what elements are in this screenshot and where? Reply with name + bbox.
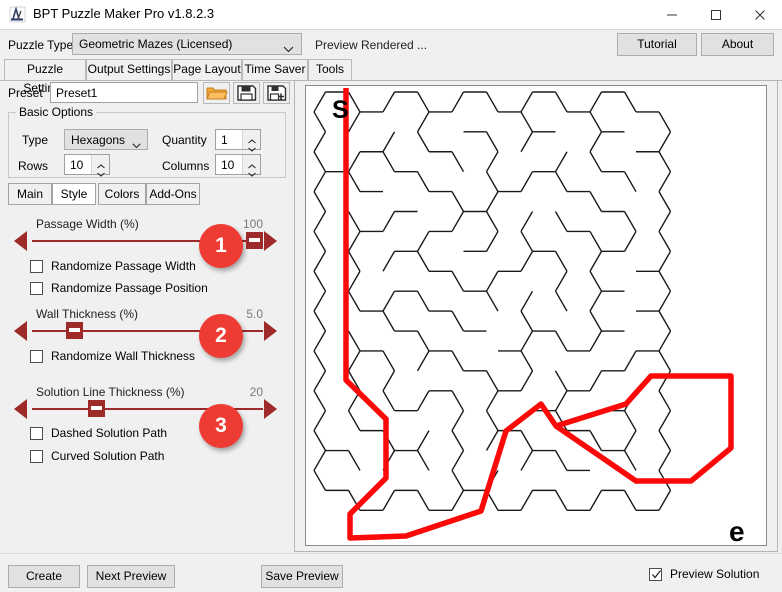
chevron-down-icon [247, 166, 256, 180]
annotation-badge-1: 1 [199, 224, 243, 268]
checkbox-box[interactable] [30, 350, 43, 363]
maze-canvas: Se [313, 88, 745, 545]
preview-panel: Se [294, 80, 778, 552]
checkbox-label: Randomize Passage Position [51, 281, 208, 295]
slider-decrement-arrow-3[interactable] [14, 399, 27, 419]
save-as-preset-button[interactable] [263, 82, 290, 104]
checkbox-label: Curved Solution Path [51, 449, 165, 463]
columns-label: Columns [162, 159, 210, 173]
app-icon [9, 6, 26, 23]
save-preview-button[interactable]: Save Preview [261, 565, 343, 588]
sub-tab-add-ons[interactable]: Add-Ons [146, 183, 200, 205]
slider-thumb-groove [69, 328, 81, 332]
about-button[interactable]: About [701, 33, 774, 56]
slider-value-3: 20 [249, 385, 263, 399]
quantity-value: 1 [221, 133, 228, 147]
preset-input[interactable]: Preset1 [50, 82, 198, 103]
quantity-stepper[interactable]: 1 [215, 129, 261, 152]
checkbox-box[interactable] [30, 450, 43, 463]
end-marker: e [729, 516, 745, 545]
minimize-button[interactable] [650, 0, 694, 29]
maximize-button[interactable] [694, 0, 738, 29]
status-message: Preview Rendered ... [315, 38, 428, 52]
folder-open-icon [203, 82, 230, 104]
quantity-label: Quantity [162, 133, 207, 147]
slider-thumb-2[interactable] [66, 322, 84, 339]
close-button[interactable] [738, 0, 782, 29]
slider-label-1: Passage Width (%) [36, 217, 139, 231]
slider-increment-arrow-3[interactable] [264, 399, 277, 419]
sub-tab-style[interactable]: Style [52, 183, 96, 205]
slider-thumb-3[interactable] [87, 400, 105, 417]
checkbox-label: Dashed Solution Path [51, 426, 168, 440]
preset-value: Preset1 [56, 86, 98, 100]
basic-options-title: Basic Options [16, 105, 97, 119]
slider-thumb-1[interactable] [246, 232, 263, 249]
chevron-down-icon [247, 141, 256, 155]
rows-value: 10 [70, 158, 84, 172]
slider-thumb-groove [249, 238, 260, 242]
columns-stepper-arrows[interactable] [242, 155, 260, 177]
slider-increment-arrow-1[interactable] [264, 231, 277, 251]
start-marker: S [332, 96, 349, 124]
slider-decrement-arrow-2[interactable] [14, 321, 27, 341]
chevron-down-icon [283, 42, 294, 56]
checkbox-box[interactable] [30, 282, 43, 295]
check-icon [651, 569, 662, 583]
chevron-down-icon [132, 138, 141, 152]
rows-stepper[interactable]: 10 [64, 154, 110, 177]
type-label: Type [22, 133, 49, 147]
slider-label-3: Solution Line Thickness (%) [36, 385, 185, 399]
columns-stepper[interactable]: 10 [215, 154, 261, 177]
solution-path [343, 88, 734, 541]
save-preset-button[interactable] [233, 82, 260, 104]
annotation-badge-2: 2 [199, 314, 243, 358]
tutorial-button[interactable]: Tutorial [617, 33, 697, 56]
checkbox-box[interactable] [30, 427, 43, 440]
application-window: BPT Puzzle Maker Pro v1.8.2.3 Puzzle Typ… [0, 0, 782, 592]
checkbox-label: Preview Solution [670, 567, 760, 581]
checkbox-box[interactable] [30, 260, 43, 273]
sub-tab-main[interactable]: Main [8, 183, 52, 205]
title-bar: BPT Puzzle Maker Pro v1.8.2.3 [0, 0, 782, 30]
rows-label: Rows [18, 159, 49, 173]
sub-tab-colors[interactable]: Colors [98, 183, 146, 205]
tab-puzzle-settings[interactable]: Puzzle Settings [4, 59, 86, 95]
save-icon [233, 82, 260, 104]
type-select[interactable]: Hexagons [64, 129, 148, 150]
minimize-icon [667, 14, 677, 15]
slider-decrement-arrow-1[interactable] [14, 231, 27, 251]
puzzle-type-value: Geometric Mazes (Licensed) [79, 37, 233, 51]
rows-stepper-arrows[interactable] [91, 155, 109, 177]
tab-tools[interactable]: Tools [308, 59, 352, 80]
save-as-icon [263, 82, 290, 104]
slider-label-2: Wall Thickness (%) [36, 307, 139, 321]
tab-output-settings[interactable]: Output Settings [86, 59, 172, 80]
checkbox-label: Randomize Passage Width [51, 259, 196, 273]
preset-label: Preset [8, 86, 43, 100]
tab-time-saver[interactable]: Time Saver [242, 59, 308, 80]
chevron-down-icon [96, 166, 105, 180]
annotation-badge-3: 3 [199, 404, 243, 448]
close-icon [755, 9, 765, 20]
checkbox-box[interactable] [649, 568, 662, 581]
next-preview-button[interactable]: Next Preview [87, 565, 175, 588]
puzzle-type-select[interactable]: Geometric Mazes (Licensed) [72, 33, 302, 55]
columns-value: 10 [221, 158, 235, 172]
type-value: Hexagons [71, 133, 126, 147]
puzzle-type-label: Puzzle Type [8, 38, 74, 52]
slider-thumb-groove [90, 406, 102, 410]
open-preset-button[interactable] [203, 82, 230, 104]
maze-preview[interactable]: Se [305, 85, 767, 546]
checkbox-label: Randomize Wall Thickness [51, 349, 196, 363]
slider-increment-arrow-2[interactable] [264, 321, 277, 341]
maximize-icon [711, 9, 721, 20]
quantity-stepper-arrows[interactable] [242, 130, 260, 152]
tab-page-layout[interactable]: Page Layout [172, 59, 242, 80]
window-title: BPT Puzzle Maker Pro v1.8.2.3 [33, 6, 215, 21]
create-button[interactable]: Create [8, 565, 80, 588]
main-tab-strip: Puzzle Settings Output Settings Page Layou… [0, 59, 782, 95]
